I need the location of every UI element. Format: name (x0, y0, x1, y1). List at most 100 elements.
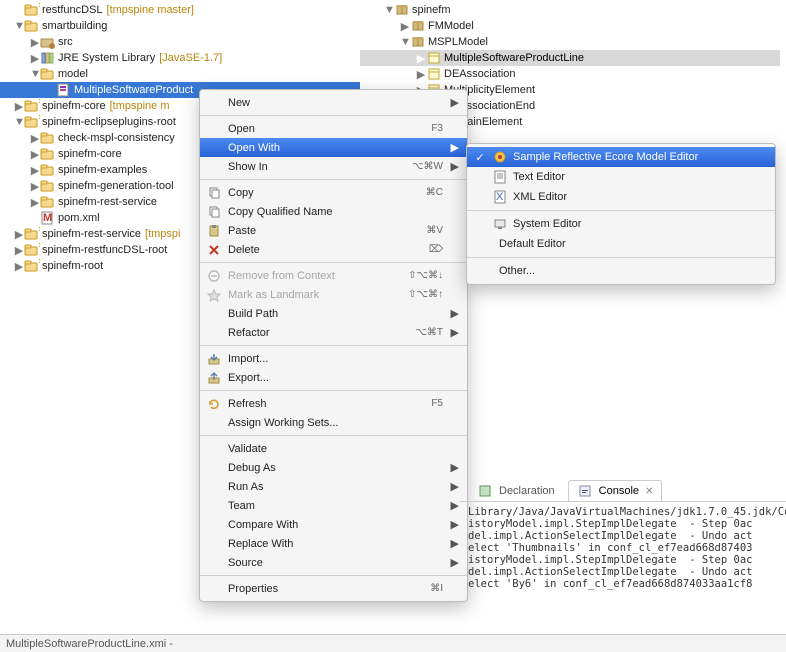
menu-item[interactable]: Import... (200, 349, 467, 368)
tree-item[interactable]: ▶ src (0, 34, 360, 50)
folder-open (40, 66, 56, 82)
menu-item[interactable]: Show In ⌥⌘W ▶ (200, 157, 467, 176)
tree-item-label: spinefm-rest-service (42, 228, 141, 240)
menu-item[interactable]: Refresh F5 (200, 394, 467, 413)
declaration-icon (477, 483, 493, 499)
go-folder: › (24, 98, 40, 114)
menu-item[interactable]: Assign Working Sets... (200, 413, 467, 432)
expand-icon[interactable]: ▶ (416, 52, 426, 65)
import-icon (206, 351, 222, 367)
menu-item[interactable]: Properties ⌘I (200, 579, 467, 598)
context-menu[interactable]: New ▶ Open F3 Open With ▶ Show In ⌥⌘W ▶ … (199, 89, 468, 602)
outline-item[interactable]: ▼ MSPLModel (360, 34, 780, 50)
outline-item[interactable]: ▶ FMModel (360, 18, 780, 34)
bottom-tabs[interactable]: Declaration Console ✕ (460, 480, 786, 502)
menu-item[interactable]: Run As ▶ (200, 477, 467, 496)
menu-item[interactable]: Open F3 (200, 119, 467, 138)
expand-icon[interactable]: ▶ (14, 228, 24, 241)
submenu-item[interactable]: System Editor (467, 214, 775, 234)
menu-item[interactable]: Build Path ▶ (200, 304, 467, 323)
submenu-item-label: System Editor (513, 218, 581, 230)
close-icon[interactable]: ✕ (645, 486, 653, 497)
library (40, 50, 56, 66)
submenu-item[interactable]: Other... (467, 261, 775, 281)
menu-item-label: Assign Working Sets... (228, 417, 443, 429)
submenu-item[interactable]: Text Editor (467, 167, 775, 187)
menu-item[interactable]: Paste ⌘V (200, 221, 467, 240)
menu-item[interactable]: Debug As ▶ (200, 458, 467, 477)
expand-icon[interactable]: ▶ (14, 100, 24, 113)
pom-file: M (40, 210, 56, 226)
menu-item[interactable]: Copy ⌘C (200, 183, 467, 202)
ecore-file (56, 82, 72, 98)
submenu-arrow-icon: ▶ (449, 160, 459, 173)
tree-item-decoration: [tmpspine master] (107, 4, 194, 16)
menu-item-label: Mark as Landmark (228, 289, 402, 301)
tab-console[interactable]: Console ✕ (568, 480, 663, 501)
tree-item-label: MultipleSoftwareProduct (74, 84, 193, 96)
tab-declaration[interactable]: Declaration (468, 480, 564, 501)
submenu-arrow-icon: ▶ (449, 537, 459, 550)
expand-icon[interactable]: ▶ (30, 196, 40, 209)
outline-item[interactable]: ▼ spinefm (360, 2, 780, 18)
tree-item-label: spinefm-examples (58, 164, 147, 176)
expand-icon[interactable]: ▶ (14, 260, 24, 273)
menu-item[interactable]: Export... (200, 368, 467, 387)
src-folder (40, 34, 56, 50)
tree-item[interactable]: ▼ smartbuilding (0, 18, 360, 34)
submenu-item[interactable]: Default Editor (467, 234, 775, 254)
outline-item-label: DEAssociation (444, 68, 516, 80)
submenu-item[interactable]: X XML Editor (467, 187, 775, 207)
menu-item-label: Validate (228, 443, 443, 455)
menu-item[interactable]: Delete ⌦ (200, 240, 467, 259)
folder-open (40, 178, 56, 194)
menu-item[interactable]: Source ▶ (200, 553, 467, 572)
menu-separator (200, 390, 467, 391)
blank-icon (206, 415, 222, 431)
expand-icon[interactable]: ▶ (30, 180, 40, 193)
expand-icon[interactable]: ▶ (400, 20, 410, 33)
tree-item-label: spinefm-core (42, 100, 106, 112)
submenu-item[interactable]: ✓ Sample Reflective Ecore Model Editor (467, 147, 775, 167)
outline-item[interactable]: ▶ MultipleSoftwareProductLine (360, 50, 780, 66)
tree-item[interactable]: › restfuncDSL [tmpspine master] (0, 2, 360, 18)
menu-shortcut: ⌦ (429, 244, 443, 255)
menu-item[interactable]: Compare With ▶ (200, 515, 467, 534)
menu-item-label: Source (228, 557, 443, 569)
expand-icon[interactable]: ▶ (30, 164, 40, 177)
menu-item: Remove from Context ⇧⌥⌘↓ (200, 266, 467, 285)
submenu-arrow-icon: ▶ (449, 307, 459, 320)
menu-item[interactable]: Open With ▶ (200, 138, 467, 157)
expand-icon[interactable]: ▼ (384, 4, 394, 16)
expand-icon[interactable]: ▶ (416, 68, 426, 81)
expand-icon[interactable]: ▼ (14, 20, 24, 32)
menu-item-label: New (228, 97, 443, 109)
expand-icon[interactable]: ▶ (30, 52, 40, 65)
expand-icon[interactable]: ▼ (400, 36, 410, 48)
xml-icon: X (493, 190, 507, 204)
expand-icon[interactable]: ▶ (30, 148, 40, 161)
expand-icon[interactable]: ▶ (30, 132, 40, 145)
expand-icon[interactable]: ▼ (14, 116, 24, 128)
menu-item[interactable]: Replace With ▶ (200, 534, 467, 553)
tree-item[interactable]: ▶ JRE System Library [JavaSE-1.7] (0, 50, 360, 66)
open-with-submenu[interactable]: ✓ Sample Reflective Ecore Model Editor T… (466, 143, 776, 285)
tree-item[interactable]: ▼ model (0, 66, 360, 82)
menu-item-label: Team (228, 500, 443, 512)
pkg (410, 18, 426, 34)
tab-declaration-label: Declaration (499, 485, 555, 497)
tree-item-label: restfuncDSL (42, 4, 103, 16)
blank-icon (206, 581, 222, 597)
menu-item[interactable]: New ▶ (200, 93, 467, 112)
menu-item[interactable]: Team ▶ (200, 496, 467, 515)
expand-icon[interactable]: ▶ (14, 244, 24, 257)
menu-item[interactable]: Validate (200, 439, 467, 458)
outline-item[interactable]: ▶ DEAssociation (360, 66, 780, 82)
menu-item[interactable]: Copy Qualified Name (200, 202, 467, 221)
console-output[interactable]: Library/Java/JavaVirtualMachines/jdk1.7.… (460, 502, 786, 594)
go-folder: › (24, 226, 40, 242)
menu-item[interactable]: Refactor ⌥⌘T ▶ (200, 323, 467, 342)
expand-icon[interactable]: ▶ (30, 36, 40, 49)
folder-open (40, 146, 56, 162)
expand-icon[interactable]: ▼ (30, 68, 40, 80)
